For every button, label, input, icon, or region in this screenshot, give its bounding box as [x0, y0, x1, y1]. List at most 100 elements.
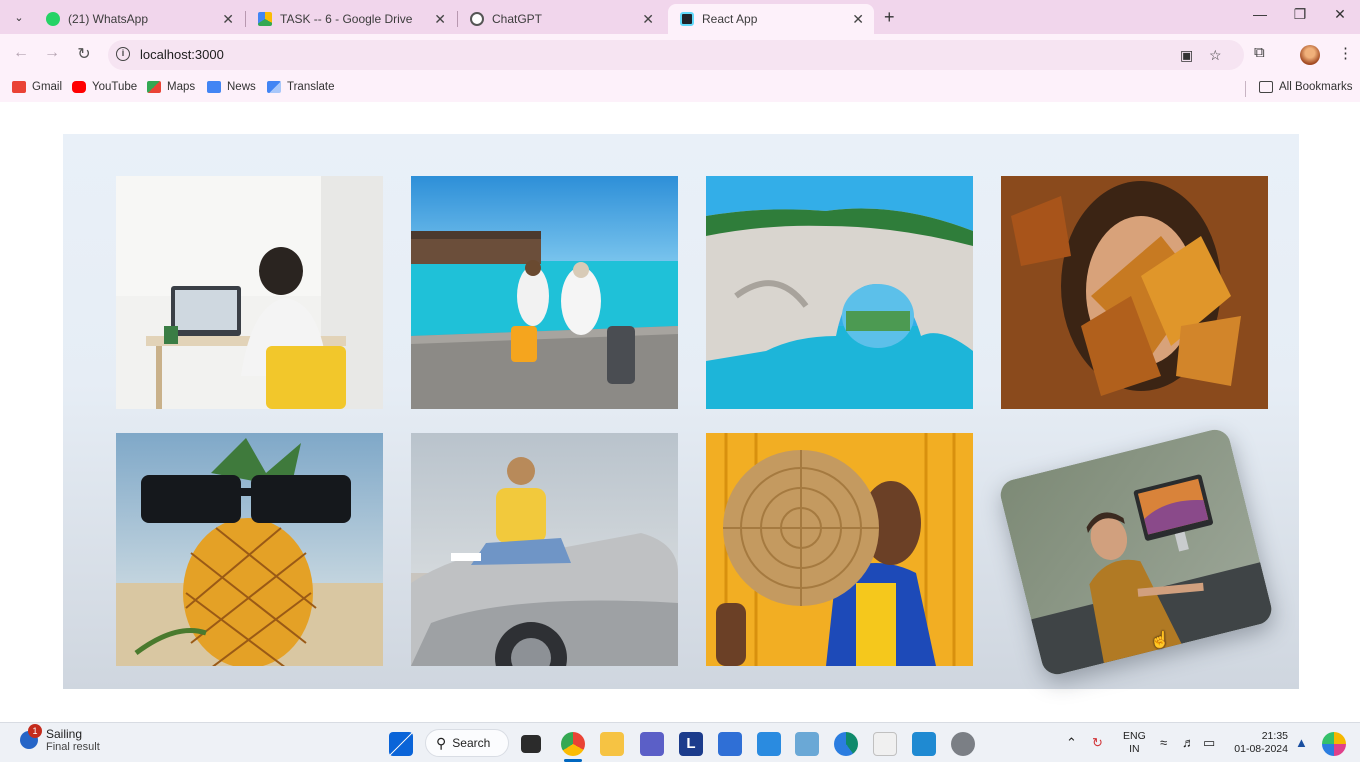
image-gallery — [63, 134, 1299, 689]
gallery-photo-couple-with-suitcases-on-pier[interactable] — [411, 176, 678, 409]
photos-icon[interactable] — [795, 732, 819, 756]
language-indicator[interactable]: ENG IN — [1123, 730, 1146, 756]
vscode-icon[interactable] — [912, 732, 936, 756]
bookmark-maps[interactable]: Maps — [147, 81, 195, 93]
gmail-icon — [12, 81, 26, 93]
minimize-button[interactable]: — — [1245, 6, 1275, 22]
react-icon — [680, 12, 694, 26]
address-bar[interactable]: i localhost:3000 ▣ ☆ — [108, 40, 1244, 70]
bookmarks-bar: Gmail YouTube Maps News Translate All Bo… — [0, 76, 1360, 102]
app-icon[interactable] — [757, 732, 781, 756]
tab-strip: ⌄ (21) WhatsApp ✕ TASK -- 6 - Google Dri… — [0, 0, 1360, 34]
gallery-photo-person-working-at-laptop[interactable] — [116, 176, 383, 409]
notifications-bell-icon[interactable]: ▲ — [1295, 735, 1308, 750]
volume-icon[interactable]: ♬ — [1182, 735, 1195, 750]
plus-icon: + — [884, 7, 895, 27]
tab-title: TASK -- 6 - Google Drive — [280, 12, 413, 26]
whatsapp-icon — [46, 12, 60, 26]
back-button[interactable]: ← — [10, 44, 32, 62]
store-icon[interactable] — [718, 732, 742, 756]
close-icon[interactable]: ✕ — [434, 11, 446, 28]
bookmarks-separator — [1245, 81, 1246, 97]
extensions-icon[interactable]: ⧉ — [1254, 44, 1265, 61]
bookmark-gmail[interactable]: Gmail — [12, 81, 62, 93]
close-icon[interactable]: ✕ — [852, 11, 864, 28]
teams-icon[interactable] — [640, 732, 664, 756]
windows-taskbar: 1 Sailing Final result ⚲ Search L ⌃ ↻ EN… — [0, 722, 1360, 762]
gallery-photo-sea-rock-arch[interactable] — [706, 176, 973, 409]
all-bookmarks-button[interactable]: All Bookmarks — [1259, 81, 1353, 93]
maps-icon — [147, 81, 161, 93]
folder-icon — [1259, 81, 1273, 93]
wifi-icon[interactable]: ≈ — [1160, 735, 1167, 750]
widget-title: Sailing — [46, 727, 83, 741]
taskbar-search[interactable]: ⚲ Search — [425, 729, 509, 757]
reload-button[interactable]: ↻ — [73, 44, 95, 64]
close-icon[interactable]: ✕ — [222, 11, 234, 28]
profile-avatar[interactable] — [1300, 45, 1320, 65]
new-tab-button[interactable]: + — [884, 7, 895, 28]
language-line2: IN — [1129, 743, 1140, 755]
browser-toolbar: ← → ↻ i localhost:3000 ▣ ☆ ⧉ ⋮ — [0, 34, 1360, 76]
gallery-photo-woman-sitting-on-convertible[interactable] — [411, 433, 678, 666]
file-explorer-icon[interactable] — [600, 732, 624, 756]
clock[interactable]: 21:35 01-08-2024 — [1230, 730, 1288, 756]
youtube-icon — [72, 81, 86, 93]
forward-button[interactable]: → — [41, 44, 63, 62]
hand-cursor-icon: ☝ — [1150, 632, 1170, 649]
gallery-photo-man-at-desk-with-computer[interactable] — [997, 426, 1275, 678]
bookmark-youtube[interactable]: YouTube — [72, 81, 137, 93]
google-drive-icon — [258, 12, 272, 26]
arrow-right-icon: → — [44, 44, 60, 61]
l-app-icon[interactable]: L — [679, 732, 703, 756]
search-icon: ⚲ — [436, 734, 447, 751]
close-icon: ✕ — [1334, 6, 1346, 22]
reload-icon: ↻ — [77, 46, 91, 63]
task-view-icon[interactable] — [521, 735, 541, 753]
widget-subtitle: Final result — [46, 741, 100, 753]
clock-time: 21:35 — [1261, 730, 1288, 742]
gallery-photo-woman-holding-woven-hat[interactable] — [706, 433, 973, 666]
tab-chatgpt[interactable]: ChatGPT ✕ — [458, 4, 664, 34]
restore-button[interactable]: ❐ — [1285, 6, 1315, 23]
tab-search-button[interactable]: ⌄ — [8, 6, 30, 28]
widgets-button[interactable]: 1 Sailing Final result — [20, 724, 100, 753]
chevron-up-icon[interactable]: ⌃ — [1066, 735, 1077, 751]
sailing-icon: 1 — [20, 724, 42, 749]
battery-icon[interactable]: ▭ — [1203, 735, 1215, 751]
notification-badge: 1 — [28, 724, 42, 738]
document-app-icon[interactable] — [873, 732, 897, 756]
menu-dots-icon[interactable]: ⋮ — [1338, 44, 1353, 62]
language-line1: ENG — [1123, 730, 1146, 742]
close-window-button[interactable]: ✕ — [1325, 6, 1355, 23]
tab-title: React App — [702, 12, 758, 26]
bookmark-news[interactable]: News — [207, 81, 256, 93]
sync-icon[interactable]: ↻ — [1092, 735, 1103, 751]
bookmark-label: YouTube — [92, 81, 138, 93]
tab-react-app[interactable]: React App ✕ — [668, 4, 874, 34]
url-text[interactable]: localhost:3000 — [140, 47, 224, 62]
bookmark-label: Gmail — [32, 81, 63, 93]
tab-title: (21) WhatsApp — [68, 12, 149, 26]
minimize-icon: — — [1253, 6, 1267, 22]
install-app-icon[interactable]: ▣ — [1180, 47, 1193, 64]
clock-date: 01-08-2024 — [1234, 743, 1288, 755]
copilot-icon[interactable] — [1322, 732, 1346, 756]
start-icon[interactable] — [389, 732, 413, 756]
page-content: ☝ — [0, 102, 1360, 720]
site-info-icon[interactable]: i — [116, 47, 130, 61]
chatgpt-icon — [470, 12, 484, 26]
tab-whatsapp[interactable]: (21) WhatsApp ✕ — [34, 4, 244, 34]
edge-icon[interactable] — [834, 732, 858, 756]
news-icon — [207, 81, 221, 93]
close-icon[interactable]: ✕ — [642, 11, 654, 28]
gallery-photo-pineapple-with-sunglasses[interactable] — [116, 433, 383, 666]
settings-icon[interactable] — [951, 732, 975, 756]
bookmark-label: News — [227, 81, 256, 93]
bookmark-translate[interactable]: Translate — [267, 81, 335, 93]
bookmark-star-icon[interactable]: ☆ — [1209, 47, 1222, 64]
chrome-icon[interactable] — [561, 732, 585, 756]
gallery-photo-woman-with-autumn-leaves[interactable] — [1001, 176, 1268, 409]
all-bookmarks-label: All Bookmarks — [1279, 81, 1353, 93]
tab-google-drive[interactable]: TASK -- 6 - Google Drive ✕ — [246, 4, 456, 34]
